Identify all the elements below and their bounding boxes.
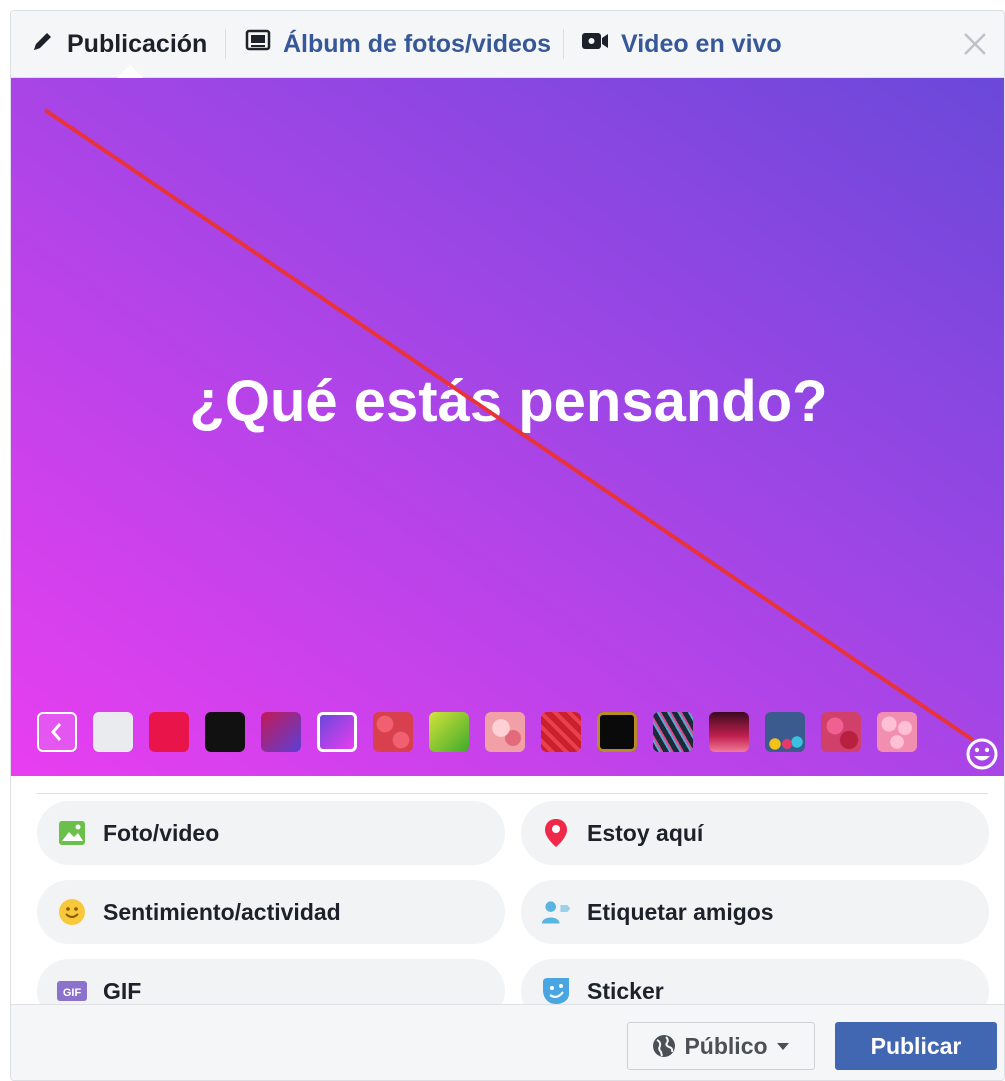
action-photo-video[interactable]: Foto/video [37, 801, 505, 865]
actions-divider [37, 793, 988, 794]
publish-button[interactable]: Publicar [835, 1022, 997, 1070]
action-label: Sentimiento/actividad [103, 898, 341, 925]
photo-icon [57, 818, 87, 848]
composer-actions: Foto/video Estoy aquí Sentimiento/activi… [11, 776, 1004, 1023]
background-swatch[interactable] [485, 712, 525, 752]
tab-publicacion-label: Publicación [67, 29, 208, 58]
action-label: Foto/video [103, 819, 220, 846]
background-swatch[interactable] [261, 712, 301, 752]
tab-divider [563, 29, 564, 59]
background-swatch[interactable] [765, 712, 805, 752]
action-label: Sticker [587, 977, 664, 1004]
background-swatch-selected[interactable] [317, 712, 357, 752]
create-post-dialog: Publicación Álbum de fotos/videos Video … [10, 10, 1005, 1081]
globe-icon [652, 1034, 676, 1058]
background-swatch[interactable] [709, 712, 749, 752]
background-swatch[interactable] [597, 712, 637, 752]
close-icon[interactable] [960, 29, 990, 59]
background-swatch[interactable] [821, 712, 861, 752]
tab-album[interactable]: Álbum de fotos/videos [245, 11, 551, 77]
composer-tabs: Publicación Álbum de fotos/videos Video … [11, 11, 1004, 78]
background-swatch[interactable] [205, 712, 245, 752]
active-tab-caret [117, 65, 143, 78]
swatch-back-button[interactable] [37, 712, 77, 752]
action-label: GIF [103, 977, 142, 1004]
chevron-left-icon [51, 723, 62, 741]
location-pin-icon [541, 818, 571, 848]
tab-live-video[interactable]: Video en vivo [581, 11, 782, 77]
gif-icon: GIF [57, 976, 87, 1006]
sticker-icon [541, 976, 571, 1006]
photo-album-icon [245, 29, 271, 60]
emoji-picker-icon[interactable] [965, 737, 999, 771]
action-label: Estoy aquí [587, 819, 704, 846]
colored-background-composer[interactable]: ¿Qué estás pensando? [11, 78, 1004, 776]
background-swatch[interactable] [541, 712, 581, 752]
action-feeling-activity[interactable]: Sentimiento/actividad [37, 880, 505, 944]
tab-live-label: Video en vivo [621, 29, 782, 58]
composer-footer: Público Publicar [11, 1004, 1004, 1080]
status-placeholder[interactable]: ¿Qué estás pensando? [11, 368, 1004, 435]
tab-divider [225, 29, 226, 59]
audience-label: Público [684, 1032, 768, 1059]
audience-selector[interactable]: Público [627, 1022, 815, 1070]
video-camera-icon [581, 30, 609, 59]
background-swatch[interactable] [93, 712, 133, 752]
tag-friends-icon [541, 897, 571, 927]
background-swatch[interactable] [653, 712, 693, 752]
smiley-icon [57, 897, 87, 927]
action-check-in[interactable]: Estoy aquí [521, 801, 989, 865]
background-swatch[interactable] [373, 712, 413, 752]
background-swatch[interactable] [429, 712, 469, 752]
pencil-icon [31, 29, 55, 60]
action-tag-friends[interactable]: Etiquetar amigos [521, 880, 989, 944]
caret-down-icon [776, 1041, 790, 1051]
background-swatch[interactable] [149, 712, 189, 752]
tab-album-label: Álbum de fotos/videos [283, 29, 552, 58]
action-label: Etiquetar amigos [587, 898, 774, 925]
background-swatch[interactable] [877, 712, 917, 752]
svg-text:GIF: GIF [63, 987, 82, 999]
